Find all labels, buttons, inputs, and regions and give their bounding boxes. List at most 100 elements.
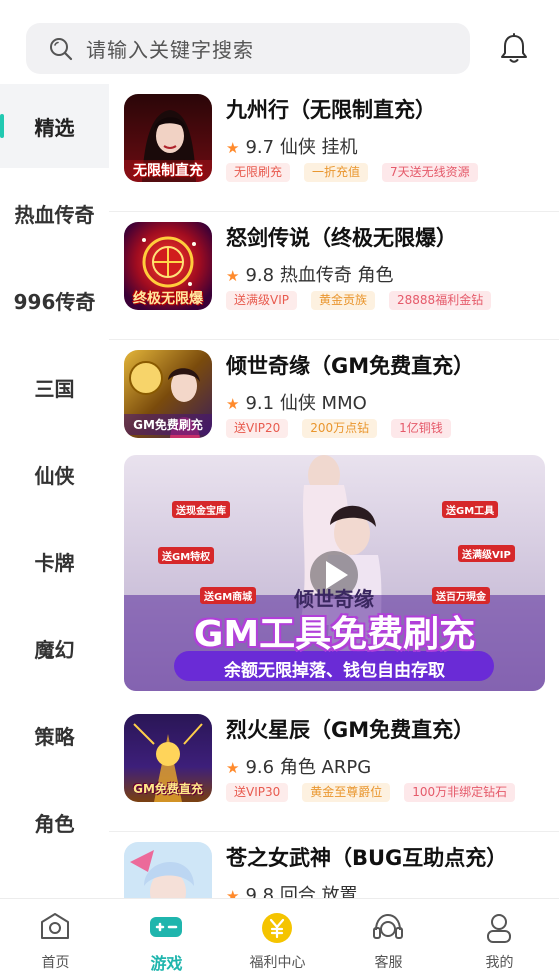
user-icon: [487, 914, 511, 943]
gamepad-icon: [150, 917, 182, 937]
home-icon: [41, 913, 69, 939]
sidebar-item-label: 魔幻: [34, 637, 75, 662]
game-tags: 无限刷充 一折充值 7天送无线资源: [226, 163, 478, 182]
game-item[interactable]: 终极无限爆 怒剑传说（终极无限爆） ★ 9.8 热血传奇 角色 送满级VIP 黄金…: [109, 212, 559, 340]
game-tag: 1亿铜钱: [391, 419, 451, 438]
game-rating: 9.8: [245, 885, 275, 898]
sidebar-item-featured[interactable]: 精选: [0, 84, 109, 168]
game-thumbnail: GM免费直充: [124, 714, 212, 802]
game-genres: 仙侠 MMO: [279, 393, 367, 414]
star-icon: ★: [226, 267, 240, 285]
game-tag: 黄金至尊爵位: [302, 783, 391, 802]
category-sidebar: 精选 热血传奇 996传奇 三国 仙侠 卡牌 魔幻 策略 角色: [0, 84, 109, 898]
game-genres: 仙侠 挂机: [279, 137, 358, 158]
sidebar-item-mohuan[interactable]: 魔幻: [0, 606, 109, 690]
thumbnail-caption: 无限制直充: [133, 163, 203, 179]
banner-badge: 送GM商城: [200, 587, 257, 604]
game-genres: 角色 ARPG: [279, 757, 372, 778]
game-item[interactable]: GM免费直充 烈火星辰（GM免费直充） ★ 9.6 角色 ARPG 送VIP30 …: [109, 704, 559, 832]
tab-games[interactable]: 游戏: [111, 899, 222, 979]
game-tags: 送VIP20 200万点钻 1亿铜钱: [226, 419, 451, 438]
sidebar-item-label: 仙侠: [34, 463, 75, 488]
game-item[interactable]: 苍之女武神（BUG互助点充） ★ 9.8 回合 放置: [109, 832, 559, 898]
sidebar-item-label: 热血传奇: [14, 202, 95, 227]
tab-label: 福利中心: [249, 955, 306, 971]
game-rating: 9.7: [245, 137, 275, 158]
game-thumbnail: 终极无限爆: [124, 222, 212, 310]
tab-customer-service[interactable]: 客服: [333, 899, 444, 979]
game-tag: 黄金贡族: [311, 291, 376, 310]
banner-badge: 送GM特权: [158, 547, 215, 564]
game-rating: 9.8: [245, 265, 275, 286]
star-icon: ★: [226, 139, 240, 157]
game-tag: 200万点钻: [302, 419, 378, 438]
sidebar-item-996-chuanqi[interactable]: 996传奇: [0, 258, 109, 342]
search-bar[interactable]: 请输入关键字搜索: [26, 23, 470, 74]
sidebar-item-label: 卡牌: [34, 550, 75, 575]
sidebar-item-celue[interactable]: 策略: [0, 693, 109, 777]
game-tag: 无限刷充: [226, 163, 291, 182]
sidebar-item-juese[interactable]: 角色: [0, 780, 109, 864]
game-thumbnail: [124, 842, 212, 898]
thumbnail-caption: GM免费直充: [133, 782, 203, 796]
game-tag: 100万非绑定钻石: [404, 783, 516, 802]
game-meta: ★ 9.8 热血传奇 角色: [226, 261, 394, 287]
game-thumbnail: 无限制直充: [124, 94, 212, 182]
tab-mine[interactable]: 我的: [444, 899, 555, 979]
tab-label: 客服: [374, 955, 403, 971]
game-tag: 一折充值: [304, 163, 369, 182]
game-tag: 送VIP20: [226, 419, 289, 438]
game-tag: 7天送无线资源: [382, 163, 478, 182]
banner-headline: GM工具免费刷充: [193, 614, 476, 655]
game-title: 怒剑传说（终极无限爆）: [226, 226, 457, 250]
bottom-tab-bar: 首页 游戏 福利中心 客服 我的: [0, 898, 559, 979]
game-tag: 28888福利金钻: [389, 291, 492, 310]
sidebar-item-label: 精选: [34, 115, 75, 140]
yuan-coin-icon: [262, 913, 292, 943]
search-icon: [50, 37, 73, 60]
sidebar-item-xianxia[interactable]: 仙侠: [0, 432, 109, 516]
tab-label: 我的: [485, 955, 514, 971]
banner-badge: 送现金宝库: [172, 501, 230, 518]
sidebar-item-label: 角色: [34, 811, 75, 836]
app-root: 请输入关键字搜索 精选 热血传奇 996传奇 三国 仙侠 卡牌 魔幻 策略 角色: [0, 0, 559, 979]
notification-bell-icon[interactable]: [497, 32, 531, 66]
game-genres: 回合 放置: [279, 885, 358, 898]
banner-badge: 送GM工具: [442, 501, 499, 518]
game-meta: ★ 9.8 回合 放置: [226, 881, 358, 898]
game-tag: 送VIP30: [226, 783, 289, 802]
thumbnail-caption: 终极无限爆: [133, 291, 203, 307]
thumbnail-caption: GM免费刷充: [124, 414, 212, 435]
game-tags: 送VIP30 黄金至尊爵位 100万非绑定钻石: [226, 783, 516, 802]
game-genres: 热血传奇 角色: [279, 265, 394, 286]
game-meta: ★ 9.1 仙侠 MMO: [226, 389, 367, 415]
tab-label: 游戏: [150, 954, 183, 973]
game-item[interactable]: GM免费刷充 倾世奇缘（GM免费直充） ★ 9.1 仙侠 MMO 送VIP20 2…: [109, 340, 559, 468]
search-placeholder: 请输入关键字搜索: [86, 38, 254, 62]
game-meta: ★ 9.7 仙侠 挂机: [226, 133, 358, 159]
game-title: 烈火星辰（GM免费直充）: [226, 718, 475, 742]
banner-badge: 送百万現金: [432, 587, 490, 604]
game-thumbnail: GM免费刷充: [124, 350, 212, 438]
game-rating: 9.1: [245, 393, 275, 414]
game-rating: 9.6: [245, 757, 275, 778]
sidebar-item-sanguo[interactable]: 三国: [0, 345, 109, 429]
tab-welfare-center[interactable]: 福利中心: [222, 899, 333, 979]
top-bar: 请输入关键字搜索: [0, 0, 559, 84]
game-title: 倾世奇缘（GM免费直充）: [226, 354, 475, 378]
sidebar-item-kapai[interactable]: 卡牌: [0, 519, 109, 603]
game-tags: 送满级VIP 黄金贡族 28888福利金钻: [226, 291, 492, 310]
sidebar-item-label: 996传奇: [13, 289, 96, 314]
sidebar-item-label: 策略: [34, 724, 75, 749]
game-list: 无限制直充 九州行（无限制直充） ★ 9.7 仙侠 挂机 无限刷充 一折充值 7天…: [109, 84, 559, 898]
game-title: 九州行（无限制直充）: [226, 98, 436, 122]
sidebar-item-rexue-chuanqi[interactable]: 热血传奇: [0, 171, 109, 255]
headset-icon: [373, 913, 403, 939]
game-item[interactable]: 无限制直充 九州行（无限制直充） ★ 9.7 仙侠 挂机 无限刷充 一折充值 7天…: [109, 84, 559, 212]
star-icon: ★: [226, 395, 240, 413]
sidebar-item-label: 三国: [34, 376, 75, 401]
tab-home[interactable]: 首页: [0, 899, 111, 979]
promo-video-banner[interactable]: 送现金宝库 送GM工具 送GM特权 送满级VIP 送GM商城 送百万現金 倾世奇…: [124, 455, 545, 691]
game-tag: 送满级VIP: [226, 291, 297, 310]
star-icon: ★: [226, 759, 240, 777]
